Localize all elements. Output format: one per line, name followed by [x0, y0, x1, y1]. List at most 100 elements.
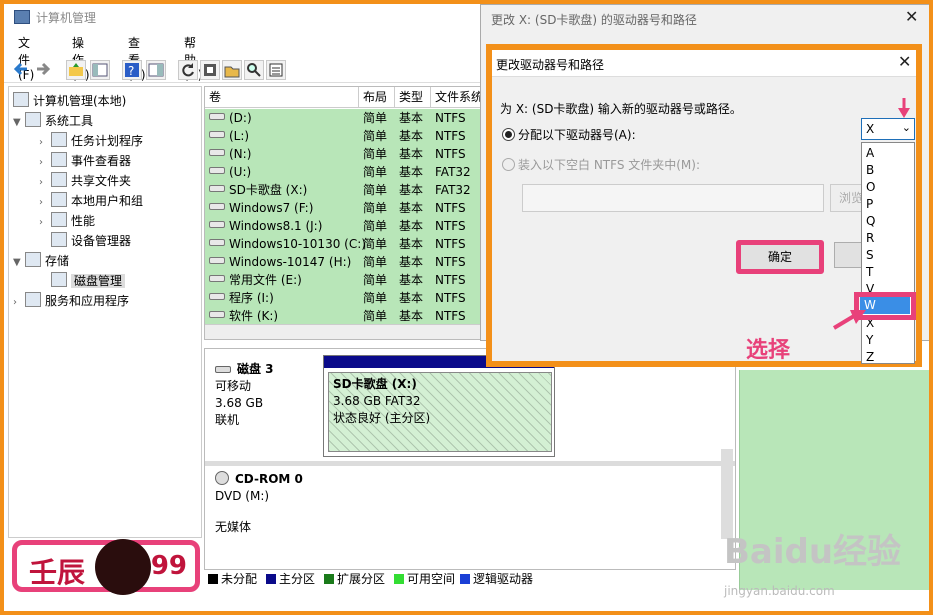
- tree-services[interactable]: › 服务和应用程序: [13, 291, 129, 311]
- removable-disk-icon: [215, 366, 231, 373]
- volume-cell: 基本: [399, 127, 423, 145]
- chevron-right-icon[interactable]: ›: [39, 153, 51, 173]
- volume-name: 软件 (K:): [229, 309, 279, 323]
- volume-filesystem: NTFS: [435, 129, 466, 143]
- volume-cell: 简单: [363, 217, 387, 235]
- volume-cell: 简单: [363, 181, 387, 199]
- shared-folder-icon: [51, 172, 67, 187]
- assign-letter-label[interactable]: 分配以下驱动器号(A):: [518, 126, 636, 143]
- column-type[interactable]: 类型: [395, 87, 431, 107]
- disk3-status: 联机: [215, 413, 240, 427]
- disk3-size: 3.68 GB: [215, 396, 264, 410]
- search-icon[interactable]: [244, 60, 264, 80]
- drive-icon: [209, 293, 225, 300]
- drive-icon: [209, 239, 225, 246]
- volume-type: 基本: [399, 255, 424, 269]
- volume-cell: 简单: [363, 235, 387, 253]
- chevron-right-icon[interactable]: ›: [39, 133, 51, 153]
- volume-filesystem: FAT32: [435, 183, 471, 197]
- properties-pane-icon[interactable]: [146, 60, 166, 80]
- tree-item-label: 设备管理器: [71, 234, 132, 248]
- device-manager-icon: [51, 232, 67, 247]
- volume-layout: 简单: [363, 309, 388, 323]
- tree-storage[interactable]: ▼ 存储: [13, 251, 69, 271]
- cdrom-drive: DVD (M:): [215, 489, 270, 503]
- refresh-icon[interactable]: [178, 60, 198, 80]
- tree-item-shared-folders[interactable]: › 共享文件夹: [39, 171, 131, 191]
- tree-item-device-manager[interactable]: 设备管理器: [51, 231, 131, 251]
- window-title: 计算机管理: [36, 11, 97, 25]
- volume-type: 基本: [399, 201, 424, 215]
- volume-filesystem: NTFS: [435, 237, 466, 251]
- column-volume[interactable]: 卷: [205, 87, 359, 107]
- tree-item-performance[interactable]: › 性能: [39, 211, 95, 231]
- storage-icon: [25, 252, 41, 267]
- assign-letter-radio[interactable]: [502, 128, 515, 141]
- chevron-down-icon[interactable]: ▼: [13, 113, 25, 133]
- volume-cell: 基本: [399, 235, 423, 253]
- volume-layout: 简单: [363, 129, 388, 143]
- column-layout[interactable]: 布局: [359, 87, 395, 107]
- volume-layout: 简单: [363, 219, 388, 233]
- cdrom-label[interactable]: CD-ROM 0 DVD (M:) 无媒体: [207, 467, 319, 567]
- volume-cell: NTFS: [435, 235, 466, 253]
- tree-disk-management[interactable]: 磁盘管理: [51, 271, 126, 291]
- volume-type: 基本: [399, 273, 424, 287]
- volume-name: Windows-10147 (H:): [229, 255, 352, 269]
- tree-item-local-users[interactable]: › 本地用户和组: [39, 191, 143, 211]
- tools-icon: [25, 112, 41, 127]
- disk-list-icon[interactable]: [266, 60, 286, 80]
- chevron-right-icon[interactable]: ›: [39, 213, 51, 233]
- dialog-title-bar: 更改驱动器号和路径 ✕: [492, 50, 916, 77]
- chevron-down-icon[interactable]: ▼: [13, 253, 25, 273]
- chevron-right-icon[interactable]: ›: [39, 173, 51, 193]
- volume-type: 基本: [399, 237, 424, 251]
- help-icon[interactable]: ?: [122, 60, 142, 80]
- volume-cell: (N:): [209, 145, 251, 163]
- volume-cell: NTFS: [435, 253, 466, 271]
- folder-path-input[interactable]: [522, 184, 824, 212]
- legend-label: 可用空间: [407, 572, 456, 586]
- chevron-right-icon[interactable]: ›: [13, 293, 25, 313]
- mount-folder-label[interactable]: 装入以下空白 NTFS 文件夹中(M):: [518, 156, 700, 173]
- volume-cell: 基本: [399, 109, 423, 127]
- dialog-title: 更改驱动器号和路径: [496, 58, 605, 72]
- disk3-label[interactable]: 磁盘 3 可移动 3.68 GB 联机: [207, 357, 319, 457]
- volume-name: Windows7 (F:): [229, 201, 314, 215]
- volume-cell: NTFS: [435, 109, 466, 127]
- volume-cell: NTFS: [435, 307, 466, 325]
- chevron-right-icon[interactable]: ›: [39, 193, 51, 213]
- legend-unallocated: 未分配: [208, 570, 257, 588]
- mount-folder-radio[interactable]: [502, 158, 515, 171]
- close-icon[interactable]: ✕: [898, 52, 911, 71]
- up-folder-icon[interactable]: [66, 60, 86, 80]
- volume-name: (U:): [229, 165, 252, 179]
- tree-item-event-viewer[interactable]: › 事件查看器: [39, 151, 131, 171]
- open-folder-icon[interactable]: [222, 60, 242, 80]
- volume-cell: NTFS: [435, 289, 466, 307]
- tree-item-label: 事件查看器: [71, 154, 132, 168]
- drive-icon: [209, 257, 225, 264]
- badge-number: 99: [150, 551, 187, 581]
- show-hide-tree-icon[interactable]: [90, 60, 110, 80]
- disk3-partition[interactable]: SD卡歌盘 (X:) 3.68 GB FAT32 状态良好 (主分区): [323, 355, 555, 457]
- export-icon[interactable]: [200, 60, 220, 80]
- volume-cell: 软件 (K:): [209, 307, 278, 325]
- partition-name: SD卡歌盘 (X:): [333, 377, 417, 391]
- legend-label: 主分区: [279, 572, 316, 586]
- partition-size: 3.68 GB FAT32: [333, 394, 421, 408]
- tree-system-tools[interactable]: ▼ 系统工具: [13, 111, 93, 131]
- option-z[interactable]: Z: [866, 349, 874, 366]
- back-arrow-icon[interactable]: [12, 60, 30, 78]
- disk3-name: 磁盘 3: [237, 362, 274, 376]
- partition-body[interactable]: SD卡歌盘 (X:) 3.68 GB FAT32 状态良好 (主分区): [328, 372, 552, 452]
- drive-icon: [209, 275, 225, 282]
- tree-root[interactable]: 计算机管理(本地): [13, 91, 126, 111]
- tree-item-task-scheduler[interactable]: › 任务计划程序: [39, 131, 143, 151]
- forward-arrow-icon[interactable]: [34, 60, 52, 78]
- close-icon[interactable]: ✕: [905, 7, 918, 26]
- volume-type: 基本: [399, 147, 424, 161]
- volume-cell: 程序 (I:): [209, 289, 274, 307]
- tree-disk-management-label: 磁盘管理: [71, 274, 126, 288]
- volume-cell: 基本: [399, 163, 423, 181]
